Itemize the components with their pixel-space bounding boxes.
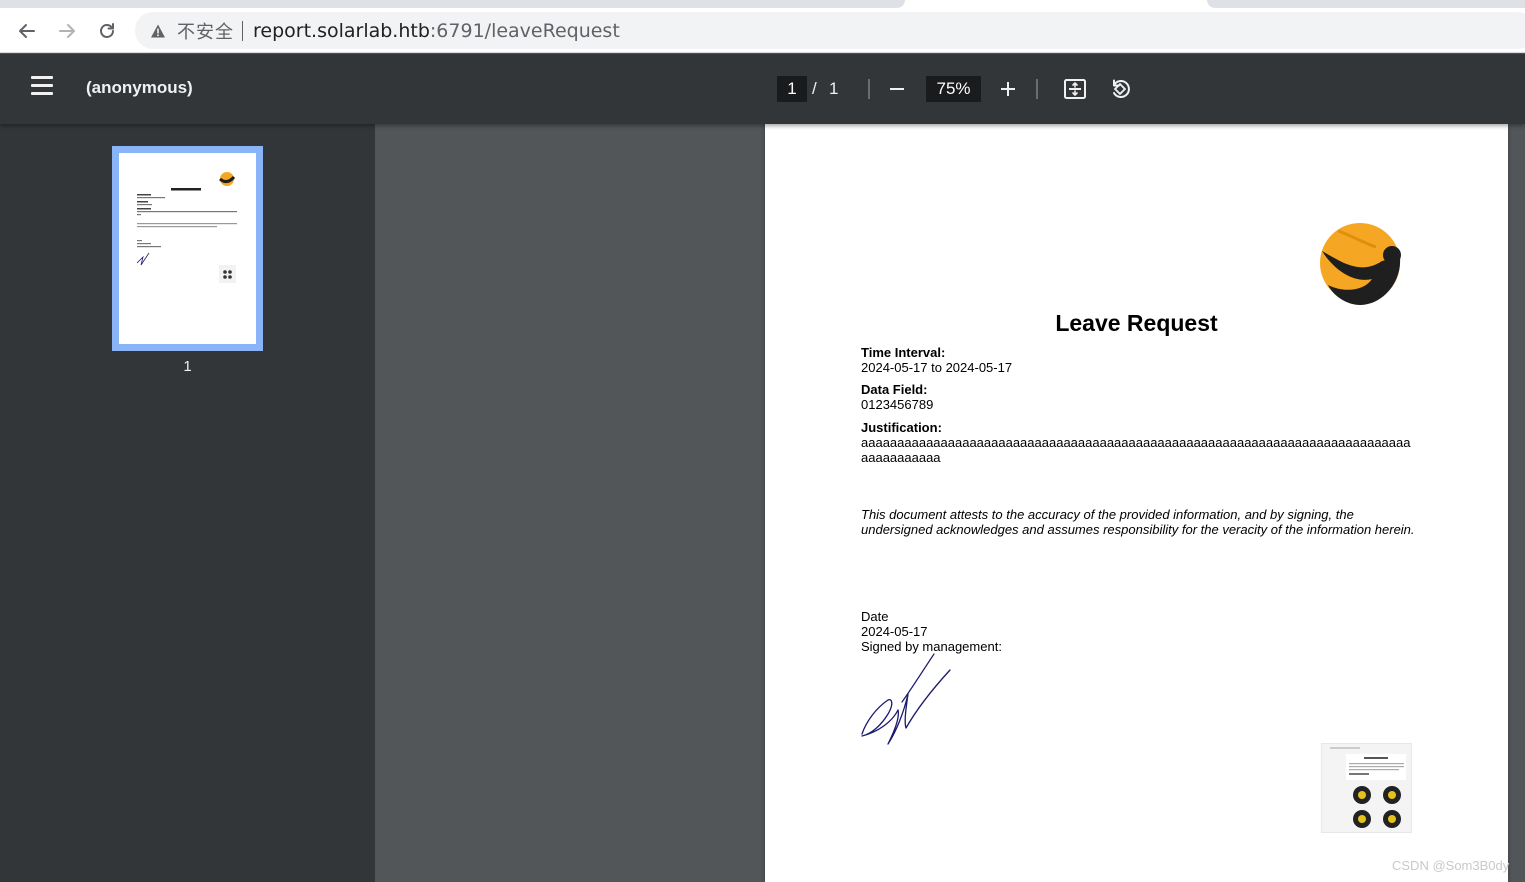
arrow-left-icon [19, 24, 35, 38]
toolbar-divider [868, 79, 870, 99]
zoom-out-button[interactable] [882, 74, 912, 104]
document-heading: Leave Request [1055, 310, 1218, 336]
hamburger-menu-icon [31, 76, 53, 79]
rotate-button[interactable] [1105, 74, 1135, 104]
url-host: report.solarlab.htb [253, 19, 430, 42]
tab-strip [0, 0, 1525, 8]
justification-label: Justification: [861, 420, 942, 435]
browser-toolbar: 不安全 report.solarlab.htb :6791/leaveReque… [0, 8, 1525, 53]
reload-button[interactable] [92, 16, 122, 46]
security-status-label[interactable]: 不安全 [177, 18, 234, 44]
minus-icon [890, 88, 904, 90]
reload-icon [100, 23, 114, 38]
solarlab-logo [1320, 223, 1401, 305]
pdf-toolbar: (anonymous) 1 / 1 75% [0, 54, 1525, 124]
data-field-label: Data Field: [861, 382, 928, 397]
date-value: 2024-05-17 [861, 624, 928, 639]
thumbnail-page-number: 1 [183, 358, 192, 375]
justification-value: aaaaaaaaaaaaaaaaaaaaaaaaaaaaaaaaaaaaaaaa… [861, 435, 1411, 465]
toolbar-divider [1036, 79, 1038, 99]
handwritten-signature [861, 653, 951, 745]
zoom-in-button[interactable] [993, 74, 1023, 104]
thumbnail-preview [136, 172, 237, 283]
fit-to-page-icon [1064, 79, 1086, 99]
back-button[interactable] [12, 16, 42, 46]
arrow-right-icon [59, 24, 75, 38]
data-field-value: 0123456789 [861, 397, 934, 412]
time-interval-value: 2024-05-17 to 2024-05-17 [861, 360, 1013, 375]
page-thumbnail[interactable] [112, 146, 263, 351]
inactive-tab-right[interactable] [1207, 0, 1525, 8]
forward-button[interactable] [52, 16, 82, 46]
pdf-page: Leave Request Time Interval: 2024-05-17 … [765, 124, 1508, 882]
rotate-counterclockwise-icon [1113, 79, 1130, 98]
warning-triangle-icon[interactable] [149, 22, 167, 40]
thumbnail-sidebar: 1 [0, 124, 375, 882]
page-separator: / [812, 79, 817, 98]
embedded-screenshot-image [1321, 743, 1412, 833]
zoom-level-input[interactable]: 75% [926, 76, 981, 102]
sidebar-menu-button[interactable] [28, 76, 56, 102]
attestation-text: This document attests to the accuracy of… [861, 507, 1415, 537]
address-separator [242, 20, 243, 41]
time-interval-label: Time Interval: [861, 345, 946, 360]
page-total: 1 [829, 79, 839, 98]
plus-icon [1001, 82, 1015, 96]
page-number-input[interactable]: 1 [777, 76, 807, 102]
url-path: :6791/leaveRequest [429, 19, 620, 42]
document-title: (anonymous) [86, 78, 193, 97]
date-label: Date [861, 609, 889, 624]
inactive-tab-left[interactable] [0, 0, 905, 8]
thumbnail-page [119, 153, 256, 344]
watermark-text: CSDN @Som3B0dy [1392, 858, 1510, 873]
fit-to-page-button[interactable] [1060, 74, 1090, 104]
address-bar[interactable]: 不安全 report.solarlab.htb :6791/leaveReque… [135, 12, 1525, 49]
